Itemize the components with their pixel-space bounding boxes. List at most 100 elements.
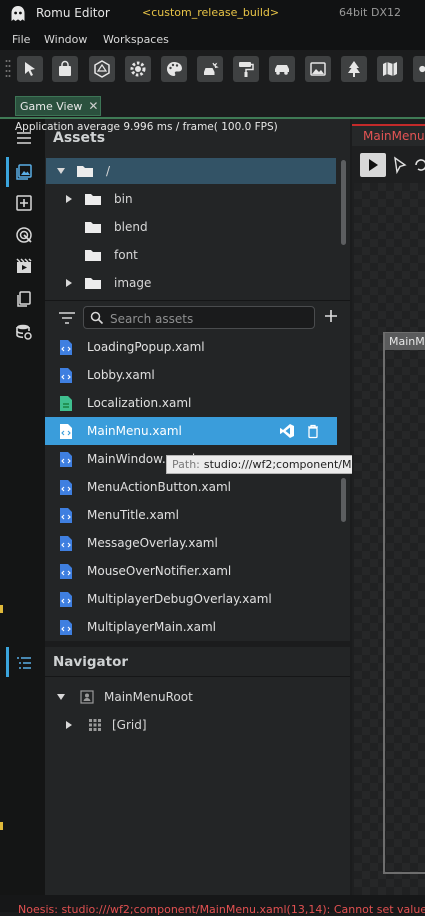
plus-icon[interactable] xyxy=(323,308,339,324)
file-name: MessageOverlay.xaml xyxy=(87,536,218,550)
cog-icon xyxy=(130,61,146,77)
code-file-icon xyxy=(60,451,72,467)
trash-icon[interactable] xyxy=(305,423,321,439)
search-assets-field[interactable] xyxy=(83,306,315,329)
tab-game-view[interactable]: Game View ✕ xyxy=(15,96,101,116)
navigator-title: Navigator xyxy=(53,654,128,670)
code-file-icon xyxy=(60,339,72,355)
search-input[interactable] xyxy=(108,309,312,328)
list-item-file-selected[interactable]: MainMenu.xaml xyxy=(45,417,337,445)
tab-mainmenu-label: MainMenu xyxy=(363,129,425,143)
tree-item-font[interactable]: font xyxy=(46,242,138,268)
chevron-right-icon[interactable] xyxy=(64,720,74,730)
palette-tool-button[interactable] xyxy=(161,56,187,82)
code-file-icon xyxy=(60,619,72,635)
gear-bot-tool-button[interactable] xyxy=(125,56,151,82)
map-tool-button[interactable] xyxy=(377,56,403,82)
car-crash-tool-button[interactable] xyxy=(197,56,223,82)
tree-tool-button[interactable] xyxy=(341,56,367,82)
image-icon xyxy=(310,62,326,76)
navigator-item-grid[interactable]: [Grid] xyxy=(46,712,147,738)
code-file-icon xyxy=(60,367,72,383)
log-marker xyxy=(0,605,3,613)
more-tool-button[interactable] xyxy=(413,56,425,82)
list-item-file[interactable]: MenuTitle.xaml xyxy=(45,501,337,529)
tab-mainmenu[interactable]: MainMenu xyxy=(352,124,425,146)
folder-icon xyxy=(85,278,101,289)
tree-item-bin[interactable]: bin xyxy=(46,186,133,212)
list-item-file[interactable]: MultiplayerDebugOverlay.xaml xyxy=(45,585,337,613)
rotate-tool-icon[interactable] xyxy=(412,156,425,174)
chevron-right-icon[interactable] xyxy=(64,194,74,204)
map-icon xyxy=(383,62,397,76)
navigator-item-root[interactable]: MainMenuRoot xyxy=(46,684,193,710)
api-label: DX12 xyxy=(371,6,402,19)
mainmenu-frame[interactable] xyxy=(383,332,425,874)
chevron-down-icon[interactable] xyxy=(56,166,66,176)
overflow-icon xyxy=(419,65,425,73)
code-file-icon xyxy=(60,423,72,439)
code-file-icon xyxy=(60,507,72,523)
tree-scrollbar-thumb[interactable] xyxy=(341,160,346,245)
fps-overlay: Application average 9.996 ms / frame( 10… xyxy=(15,121,278,133)
paint-roller-icon xyxy=(239,62,254,77)
rail-video-button[interactable] xyxy=(14,256,34,276)
cursor-tool-button[interactable] xyxy=(17,56,43,82)
rail-database-button[interactable] xyxy=(14,322,34,342)
play-arrow-icon xyxy=(369,159,378,171)
rail-selection-indicator xyxy=(6,157,9,187)
tree-item-root[interactable]: / xyxy=(46,158,110,184)
rail-pages-button[interactable] xyxy=(14,289,34,309)
chevron-down-icon[interactable] xyxy=(56,692,66,702)
rail-navigator-button[interactable] xyxy=(14,653,34,673)
tooltip-key: Path: xyxy=(172,458,200,471)
rail-target-button[interactable] xyxy=(14,225,34,245)
bag-tool-button[interactable] xyxy=(52,56,78,82)
toolbar-grip-icon[interactable] xyxy=(5,57,11,83)
car-icon xyxy=(275,65,289,75)
list-item-file[interactable]: MenuActionButton.xaml xyxy=(45,473,337,501)
status-error-text: Noesis: studio:///wf2;component/MainMenu… xyxy=(18,903,425,916)
rail-assets-button[interactable] xyxy=(14,162,34,182)
car-tool-button[interactable] xyxy=(269,56,295,82)
pointer-tool-icon[interactable] xyxy=(392,156,408,174)
list-item-file[interactable]: LoadingPopup.xaml xyxy=(45,333,337,361)
shopping-bag-icon xyxy=(59,60,71,76)
file-name: MenuActionButton.xaml xyxy=(87,480,232,494)
menu-workspaces[interactable]: Workspaces xyxy=(103,33,169,46)
filter-icon[interactable] xyxy=(58,310,76,326)
rail-add-button[interactable] xyxy=(14,193,34,213)
tree-item-blend[interactable]: blend xyxy=(46,214,148,240)
chevron-right-icon[interactable] xyxy=(64,278,74,288)
file-name: MenuTitle.xaml xyxy=(87,508,179,522)
select-tool-button[interactable] xyxy=(360,153,386,177)
d20-dice-icon xyxy=(94,60,110,78)
list-tree-icon xyxy=(17,657,31,669)
list-item-file[interactable]: Lobby.xaml xyxy=(45,361,337,389)
list-item-file[interactable]: MultiplayerMain.xaml xyxy=(45,613,337,641)
menu-window[interactable]: Window xyxy=(44,33,87,46)
dice-tool-button[interactable] xyxy=(89,56,115,82)
folder-icon xyxy=(77,166,93,177)
car-crash-icon xyxy=(204,62,219,75)
close-icon[interactable]: ✕ xyxy=(88,99,98,113)
folder-icon xyxy=(85,250,101,261)
palette-icon xyxy=(167,62,182,76)
vscode-icon[interactable] xyxy=(279,423,295,439)
list-item-file[interactable]: MouseOverNotifier.xaml xyxy=(45,557,337,585)
film-icon xyxy=(16,258,32,273)
file-name: MultiplayerMain.xaml xyxy=(87,620,216,634)
list-item-file[interactable]: Localization.xaml xyxy=(45,389,337,417)
file-name: MultiplayerDebugOverlay.xaml xyxy=(87,592,272,606)
image-tool-button[interactable] xyxy=(305,56,331,82)
grid-icon xyxy=(89,719,101,731)
list-item-file[interactable]: MessageOverlay.xaml xyxy=(45,529,337,557)
tree-item-label: font xyxy=(114,248,138,262)
splitter[interactable] xyxy=(45,300,350,301)
file-list-scrollbar-thumb[interactable] xyxy=(341,478,346,522)
file-name: LoadingPopup.xaml xyxy=(87,340,205,354)
menu-file[interactable]: File xyxy=(12,33,30,46)
asset-file-list: LoadingPopup.xaml Lobby.xaml Localizatio… xyxy=(45,333,350,641)
tree-item-image[interactable]: image xyxy=(46,270,151,296)
paint-roller-tool-button[interactable] xyxy=(233,56,259,82)
